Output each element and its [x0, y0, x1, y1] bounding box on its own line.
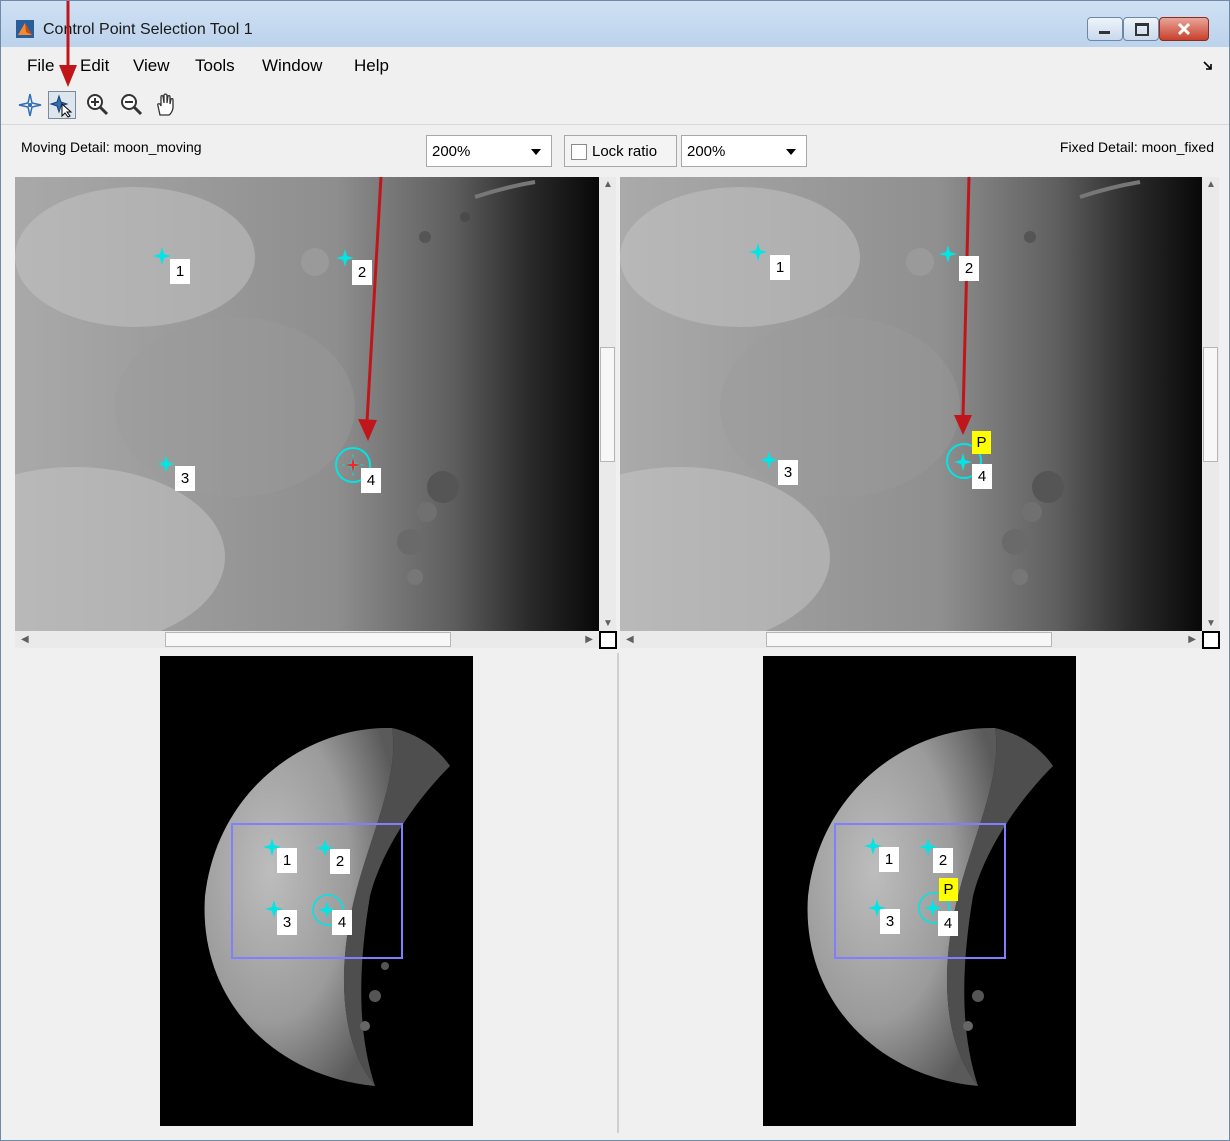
chevron-down-icon	[786, 149, 796, 155]
menu-edit[interactable]: Edit	[80, 56, 109, 76]
chevron-down-icon	[531, 149, 541, 155]
scroll-corner	[1202, 631, 1220, 649]
menu-file[interactable]: File	[27, 56, 54, 76]
fixed-detail-label: Fixed Detail: moon_fixed	[1059, 139, 1214, 155]
scroll-down-icon[interactable]: ▼	[603, 618, 613, 629]
fixed-detail-view[interactable]: 1 2 3 4 P	[620, 177, 1202, 631]
add-point-icon	[18, 93, 42, 117]
divider	[617, 653, 619, 1133]
moving-zoom-select[interactable]: 200%	[426, 135, 552, 167]
zoom-in-tool[interactable]	[84, 91, 112, 119]
scrollbar-thumb[interactable]	[600, 347, 615, 462]
pan-hand-icon	[157, 93, 174, 116]
point-label: 1	[277, 848, 297, 873]
moon-overview-image	[160, 656, 473, 1126]
scrollbar-thumb[interactable]	[1203, 347, 1218, 462]
point-label: 4	[972, 464, 992, 489]
moving-horizontal-scrollbar[interactable]: ◀ ▶	[15, 631, 599, 648]
lock-ratio-checkbox[interactable]	[571, 144, 587, 160]
moving-detail-view[interactable]: 1 2 3 4	[15, 177, 599, 631]
scroll-up-icon[interactable]: ▲	[603, 179, 613, 190]
point-label: 4	[332, 910, 352, 935]
scrollbar-thumb[interactable]	[766, 632, 1052, 647]
point-label: 3	[880, 909, 900, 934]
scroll-corner	[599, 631, 617, 649]
point-label: 2	[959, 256, 979, 281]
fixed-zoom-value: 200%	[687, 143, 726, 160]
add-point-tool[interactable]	[16, 91, 44, 119]
moving-vertical-scrollbar[interactable]: ▲ ▼	[599, 177, 616, 631]
close-icon	[1177, 22, 1191, 36]
predicted-point-label: P	[939, 878, 958, 901]
maximize-button[interactable]	[1123, 17, 1159, 41]
zoom-in-icon	[87, 94, 109, 116]
point-label: 2	[933, 848, 953, 873]
maximize-icon	[1135, 23, 1149, 36]
point-label: 1	[170, 259, 190, 284]
close-button[interactable]	[1159, 17, 1209, 41]
fixed-overview-image[interactable]: 1 2 3 4 P	[763, 656, 1076, 1126]
menu-view[interactable]: View	[133, 56, 170, 76]
point-label: 4	[361, 468, 381, 493]
main-window: Control Point Selection Tool 1 File Edit…	[0, 0, 1230, 1141]
minimize-icon	[1099, 31, 1110, 34]
zoom-out-tool[interactable]	[118, 91, 146, 119]
fixed-horizontal-scrollbar[interactable]: ◀ ▶	[620, 631, 1202, 648]
point-label: 3	[277, 910, 297, 935]
dock-arrow-icon[interactable]	[1203, 61, 1213, 71]
moon-overview-image	[763, 656, 1076, 1126]
point-label: 1	[770, 255, 790, 280]
menu-window[interactable]: Window	[262, 56, 322, 76]
title-bar: Control Point Selection Tool 1	[1, 1, 1229, 47]
scroll-down-icon[interactable]: ▼	[1206, 618, 1216, 629]
fixed-detail-image	[620, 177, 1202, 631]
lock-ratio-label: Lock ratio	[592, 143, 658, 160]
scrollbar-thumb[interactable]	[165, 632, 451, 647]
point-label: 1	[879, 847, 899, 872]
point-label: 4	[938, 911, 958, 936]
point-label: 2	[352, 260, 372, 285]
point-label: 3	[175, 466, 195, 491]
select-point-tool[interactable]	[48, 91, 76, 119]
pan-tool[interactable]	[152, 91, 180, 119]
annotation-arrow-icon	[59, 1, 77, 87]
scroll-left-icon[interactable]: ◀	[626, 634, 634, 645]
zoom-out-icon	[121, 94, 143, 116]
point-label: 2	[330, 849, 350, 874]
moving-detail-label: Moving Detail: moon_moving	[21, 139, 202, 155]
point-label: 3	[778, 460, 798, 485]
fixed-vertical-scrollbar[interactable]: ▲ ▼	[1202, 177, 1219, 631]
moving-zoom-value: 200%	[432, 143, 471, 160]
minimize-button[interactable]	[1087, 17, 1123, 41]
matlab-icon	[16, 20, 34, 38]
scroll-left-icon[interactable]: ◀	[21, 634, 29, 645]
fixed-zoom-select[interactable]: 200%	[681, 135, 807, 167]
menu-tools[interactable]: Tools	[195, 56, 235, 76]
predicted-point-label: P	[972, 431, 991, 454]
lock-ratio-toggle[interactable]: Lock ratio	[564, 135, 677, 167]
menu-help[interactable]: Help	[354, 56, 389, 76]
scroll-right-icon[interactable]: ▶	[1188, 634, 1196, 645]
select-move-point-icon	[49, 94, 73, 118]
scroll-up-icon[interactable]: ▲	[1206, 179, 1216, 190]
moving-overview-image[interactable]: 1 2 3 4	[160, 656, 473, 1126]
scroll-right-icon[interactable]: ▶	[585, 634, 593, 645]
moving-detail-image	[15, 177, 599, 631]
menu-bar	[1, 48, 1229, 86]
toolbar	[1, 88, 1229, 125]
